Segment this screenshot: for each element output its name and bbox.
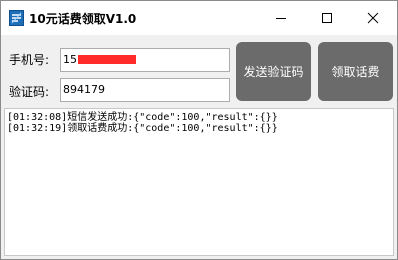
maximize-button[interactable] (304, 1, 350, 35)
close-button[interactable] (350, 1, 396, 35)
window-title: 10元话费领取V1.0 (29, 12, 137, 26)
log-line: [01:32:08]短信发送成功:{"code":100,"result":{}… (7, 112, 278, 123)
maximize-icon (322, 13, 332, 23)
app-window: 10元话费领取V1.0 手机号: 15 验证码: 894179 发送验证码 领取… (0, 0, 398, 260)
minimize-icon (276, 18, 286, 19)
redaction-mark (78, 54, 136, 64)
code-field[interactable]: 894179 (60, 78, 230, 102)
code-label: 验证码: (9, 85, 50, 99)
send-code-button[interactable]: 发送验证码 (236, 42, 311, 101)
title-bar[interactable]: 10元话费领取V1.0 (1, 1, 397, 35)
minimize-button[interactable] (258, 1, 304, 35)
log-panel[interactable]: [01:32:08]短信发送成功:{"code":100,"result":{}… (4, 108, 394, 256)
log-line: [01:32:19]领取话费成功:{"code":100,"result":{}… (7, 123, 278, 134)
phone-label: 手机号: (9, 53, 50, 67)
phone-field[interactable]: 15 (60, 48, 230, 72)
claim-button[interactable]: 领取话费 (318, 42, 393, 101)
phone-value: 15 (63, 53, 77, 66)
close-icon (367, 12, 379, 24)
app-logo-icon (9, 10, 24, 26)
code-value: 894179 (63, 83, 105, 96)
